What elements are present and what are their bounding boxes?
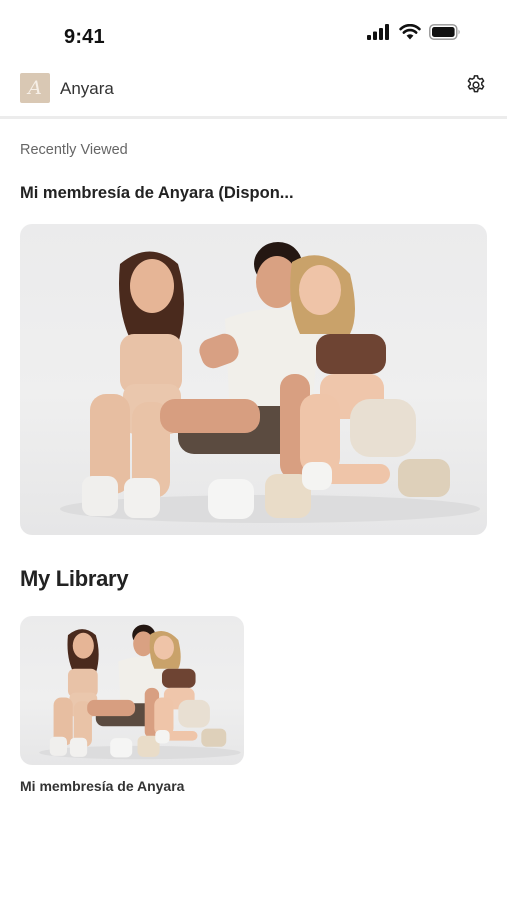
wifi-icon xyxy=(399,24,421,40)
brand-logo: A xyxy=(20,73,50,103)
brand-name: Anyara xyxy=(60,79,114,98)
library-item-title[interactable]: Mi membresía de Anyara xyxy=(20,778,184,794)
library-item-image[interactable] xyxy=(20,616,244,765)
status-bar: 9:41 xyxy=(0,0,507,70)
recently-viewed-card-image[interactable] xyxy=(20,224,487,535)
cellular-signal-icon xyxy=(367,24,389,40)
group-photo xyxy=(39,624,241,760)
header-divider xyxy=(0,116,507,119)
status-icons xyxy=(367,22,461,42)
gear-icon xyxy=(467,75,485,93)
brand-logo-letter: A xyxy=(28,76,42,99)
recently-viewed-caption: Recently Viewed xyxy=(20,142,128,158)
app-header: A Anyara xyxy=(0,70,507,116)
recently-viewed-title[interactable]: Mi membresía de Anyara (Dispon... xyxy=(20,184,490,203)
status-time: 9:41 xyxy=(64,26,105,48)
library-heading: My Library xyxy=(20,566,129,591)
settings-button[interactable] xyxy=(465,74,487,96)
group-photo xyxy=(60,242,480,523)
battery-icon xyxy=(429,24,460,40)
